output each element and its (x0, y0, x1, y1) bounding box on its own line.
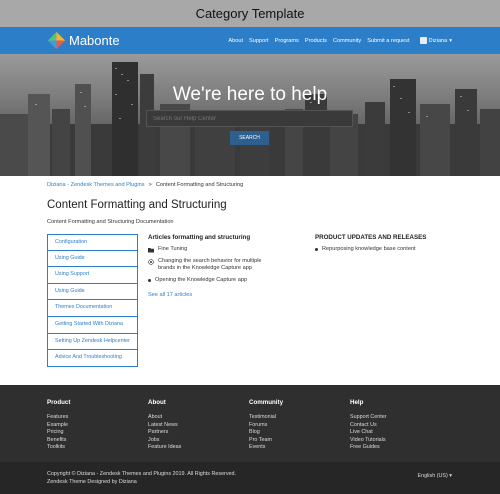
footer-link[interactable]: Forums (249, 422, 283, 430)
main-nav: About Support Programs Products Communit… (228, 27, 452, 54)
breadcrumb-separator: > (148, 182, 152, 188)
article-title: Fine Tuning (158, 246, 188, 252)
user-name: Diziana (428, 37, 448, 44)
see-all-articles-link[interactable]: See all 17 articles (148, 292, 268, 298)
nav-about[interactable]: About (228, 38, 243, 44)
breadcrumb-home[interactable]: Diziana - Zendesk Themes and Plugins (47, 182, 145, 188)
footer-link[interactable]: Support Center (350, 414, 387, 422)
article-title: Repurposing knowledge base content (322, 246, 416, 252)
footer-link[interactable]: Video Tutorials (350, 437, 387, 445)
brand-name: Mabonte (69, 33, 120, 48)
footer-heading: About (148, 399, 166, 406)
nav-submit-request[interactable]: Submit a request (367, 38, 409, 44)
footer-link[interactable]: Events (249, 444, 283, 452)
footer-link[interactable]: Partners (148, 429, 181, 437)
footer-column-community: Community Testimonial Forums Blog Pro Te… (249, 399, 283, 452)
category-item-using-support[interactable]: Using Support (47, 267, 138, 284)
copyright: Copyright © Diziana - Zendesk Themes and… (47, 471, 236, 486)
bullet-icon (148, 279, 151, 282)
section-title[interactable]: Articles formatting and structuring (148, 234, 268, 241)
nav-programs[interactable]: Programs (275, 38, 299, 44)
site-footer: Product Features Example Pricing Benefit… (0, 385, 500, 494)
target-icon (148, 258, 154, 265)
article-item[interactable]: Repurposing knowledge base content (315, 246, 455, 253)
section-title[interactable]: PRODUCT UPDATES AND RELEASES (315, 234, 455, 241)
language-label: English (US) (417, 473, 448, 479)
category-item-using-guide[interactable]: Using Guide (47, 250, 138, 268)
article-title: Changing the search behavior for multipl… (158, 258, 262, 271)
category-item-advice-troubleshooting[interactable]: Advice And Troubleshooting (47, 350, 138, 367)
category-item-getting-started[interactable]: Getting Started With Diziana (47, 316, 138, 334)
category-item-using-guide-2[interactable]: Using Guide (47, 283, 138, 301)
avatar (419, 37, 427, 44)
hero-banner: We're here to help SEARCH (0, 54, 500, 176)
article-item[interactable]: Changing the search behavior for multipl… (148, 258, 268, 272)
footer-link[interactable]: About (148, 414, 181, 422)
folder-icon (148, 247, 154, 252)
footer-link[interactable]: Jobs (148, 437, 181, 445)
footer-link[interactable]: Free Guides (350, 444, 387, 452)
search-button[interactable]: SEARCH (230, 131, 269, 145)
footer-heading: Help (350, 399, 364, 406)
footer-column-help: Help Support Center Contact Us Live Chat… (350, 399, 387, 452)
footer-link[interactable]: Testimonial (249, 414, 283, 422)
footer-heading: Community (249, 399, 284, 406)
chevron-down-icon: ▾ (449, 37, 452, 44)
chevron-down-icon: ▾ (449, 473, 452, 479)
category-item-configuration[interactable]: Configuration (47, 234, 138, 251)
category-item-setting-up-helpcenter[interactable]: Setting Up Zendesk Helpcenter (47, 333, 138, 351)
logo-icon (48, 32, 65, 49)
breadcrumb: Diziana - Zendesk Themes and Plugins > C… (47, 182, 243, 188)
article-title: Opening the Knowledge Capture app (155, 277, 248, 283)
category-item-themes-documentation[interactable]: Themes Documentation (47, 300, 138, 317)
breadcrumb-current: Content Formatting and Structuring (155, 182, 244, 188)
copyright-text: Copyright © Diziana - Zendesk Themes and… (47, 471, 237, 477)
footer-link[interactable]: Toolkits (47, 444, 70, 452)
bullet-icon (315, 248, 318, 251)
footer-link[interactable]: Example (47, 422, 70, 430)
page-title: Content Formatting and Structuring (47, 199, 227, 211)
footer-link[interactable]: Latest News (148, 422, 181, 430)
template-banner-title: Category Template (195, 6, 305, 21)
hero-title: We're here to help (172, 84, 328, 105)
category-list: Configuration Using Guide Using Support … (47, 234, 138, 367)
nav-products[interactable]: Products (305, 38, 327, 44)
footer-link[interactable]: Features (47, 414, 70, 422)
nav-support[interactable]: Support (249, 38, 269, 44)
article-item[interactable]: Opening the Knowledge Capture app (148, 277, 268, 284)
footer-link[interactable]: Pro Team (249, 437, 283, 445)
footer-link[interactable]: Pricing (47, 429, 70, 437)
footer-link[interactable]: Blog (249, 429, 283, 437)
footer-heading: Product (47, 399, 71, 406)
article-item[interactable]: Fine Tuning (148, 246, 268, 253)
footer-link[interactable]: Live Chat (350, 429, 387, 437)
updates-section: PRODUCT UPDATES AND RELEASES Repurposing… (315, 234, 455, 258)
footer-column-product: Product Features Example Pricing Benefit… (47, 399, 70, 452)
brand-logo[interactable]: Mabonte (48, 32, 120, 49)
footer-bottom-bar: Copyright © Diziana - Zendesk Themes and… (0, 462, 500, 494)
site-header: Mabonte About Support Programs Products … (0, 27, 500, 54)
nav-community[interactable]: Community (333, 38, 361, 44)
template-banner: Category Template (0, 0, 500, 27)
user-menu[interactable]: Diziana ▾ (419, 37, 452, 44)
page-description: Content Formatting and Structuring Docum… (47, 219, 174, 225)
footer-link[interactable]: Benefits (47, 437, 70, 445)
footer-link[interactable]: Feature Ideas (148, 444, 181, 452)
articles-section: Articles formatting and structuring Fine… (148, 234, 268, 298)
language-selector[interactable]: English (US) ▾ (418, 473, 452, 479)
designed-by-text: Zendesk Theme Designed by Diziana (47, 478, 137, 485)
footer-column-about: About About Latest News Partners Jobs Fe… (148, 399, 181, 452)
search-input[interactable] (146, 110, 353, 127)
footer-link[interactable]: Contact Us (350, 422, 387, 430)
